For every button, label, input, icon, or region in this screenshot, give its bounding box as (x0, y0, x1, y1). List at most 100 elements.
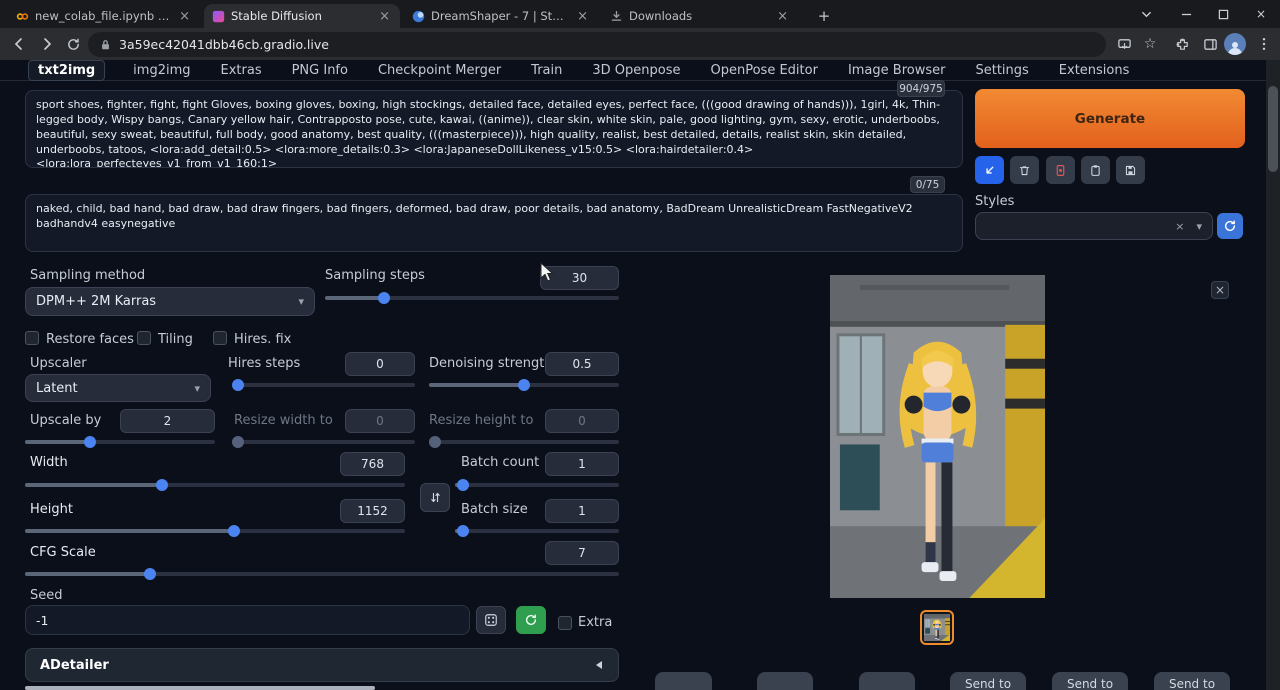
output-icon-button-2[interactable] (757, 672, 813, 690)
swap-dimensions-button[interactable] (420, 483, 450, 512)
dreamshaper-favicon (412, 10, 425, 23)
browser-tab-dreamshaper[interactable]: DreamShaper - 7 | Stable Diffusio... × (404, 4, 598, 28)
window-minimize-button[interactable] (1168, 0, 1204, 28)
output-icon-button-1[interactable] (655, 672, 712, 690)
cfg-scale-value[interactable]: 7 (545, 541, 619, 565)
close-image-button[interactable]: × (1211, 281, 1229, 299)
adetailer-accordion[interactable]: ADetailer (25, 648, 619, 682)
resize-width-slider[interactable] (234, 436, 415, 448)
upscaler-dropdown[interactable]: Latent ▾ (25, 374, 211, 402)
batch-size-slider[interactable] (455, 525, 619, 537)
refresh-styles-button[interactable] (1217, 213, 1243, 239)
clipboard-icon (1089, 164, 1102, 177)
tab-close-icon[interactable]: × (177, 10, 192, 23)
floppy-icon (1124, 164, 1137, 177)
tab-settings[interactable]: Settings (973, 62, 1030, 79)
colab-icon (16, 10, 29, 23)
address-bar[interactable]: 3a59ec42041dbb46cb.gradio.live (88, 32, 1106, 57)
window-close-button[interactable]: × (1243, 0, 1279, 28)
new-tab-button[interactable]: + (814, 6, 834, 26)
sampling-steps-label: Sampling steps (325, 268, 425, 283)
copy-style-button[interactable] (1081, 156, 1110, 184)
sampling-steps-slider[interactable] (325, 292, 619, 304)
tab-search-icon[interactable] (1128, 0, 1164, 28)
browser-tab-colab[interactable]: new_colab_file.ipynb - Colaborat... × (8, 4, 200, 28)
tab-png-info[interactable]: PNG Info (290, 62, 350, 79)
width-value[interactable]: 768 (340, 452, 405, 476)
upscaler-label: Upscaler (30, 356, 87, 371)
hires-steps-slider[interactable] (234, 379, 415, 391)
clear-styles-icon[interactable]: × (1175, 220, 1184, 233)
tiling-checkbox[interactable] (137, 331, 151, 345)
height-value[interactable]: 1152 (340, 499, 405, 523)
adetailer-label: ADetailer (40, 658, 109, 673)
side-panel-icon[interactable] (1200, 34, 1220, 54)
window-maximize-button[interactable] (1205, 0, 1241, 28)
bookmark-star-icon[interactable]: ☆ (1140, 34, 1160, 54)
tab-close-icon[interactable]: × (377, 10, 392, 23)
tab-close-icon[interactable]: × (775, 10, 790, 23)
hires-steps-value[interactable]: 0 (345, 352, 415, 376)
send-to-extras-button[interactable]: Send to (1154, 672, 1230, 690)
prompt-input[interactable]: sport shoes, fighter, fight, fight Glove… (25, 90, 963, 168)
scrollbar-thumb[interactable] (1268, 86, 1278, 172)
tab-img2img[interactable]: img2img (131, 62, 192, 79)
browser-tab-downloads[interactable]: Downloads × (602, 4, 798, 28)
tab-txt2img[interactable]: txt2img (28, 60, 105, 81)
generated-image[interactable] (830, 275, 1045, 598)
tab-extensions[interactable]: Extensions (1057, 62, 1132, 79)
back-icon[interactable] (9, 34, 29, 54)
upscale-by-value[interactable]: 2 (120, 409, 215, 433)
styles-label: Styles (975, 194, 1014, 209)
share-icon[interactable] (1114, 34, 1134, 54)
forward-icon[interactable] (37, 34, 57, 54)
send-to-inpaint-button[interactable]: Send to (1052, 672, 1128, 690)
tab-openpose-editor[interactable]: OpenPose Editor (709, 62, 820, 79)
resize-width-value[interactable]: 0 (345, 409, 415, 433)
tab-extras[interactable]: Extras (219, 62, 264, 79)
dice-icon (484, 613, 498, 627)
reload-icon[interactable] (63, 34, 83, 54)
browser-tab-stable-diffusion[interactable]: Stable Diffusion × (204, 4, 400, 28)
batch-size-value[interactable]: 1 (545, 499, 619, 523)
extensions-puzzle-icon[interactable] (1172, 34, 1192, 54)
denoising-strength-slider[interactable] (429, 379, 619, 391)
apply-style-button[interactable] (1046, 156, 1075, 184)
resize-height-value[interactable]: 0 (545, 409, 619, 433)
tab-3d-openpose[interactable]: 3D Openpose (590, 62, 682, 79)
tab-image-browser[interactable]: Image Browser (846, 62, 948, 79)
tab-close-icon[interactable]: × (575, 10, 590, 23)
generate-button[interactable]: Generate (975, 89, 1245, 148)
send-to-img2img-button[interactable]: Send to (950, 672, 1026, 690)
extra-seed-checkbox[interactable] (558, 616, 572, 630)
browser-menu-icon[interactable] (1254, 34, 1274, 54)
tab-train[interactable]: Train (529, 62, 564, 79)
batch-count-slider[interactable] (455, 479, 619, 491)
height-slider[interactable] (25, 525, 405, 537)
batch-count-value[interactable]: 1 (545, 452, 619, 476)
reuse-seed-button[interactable] (516, 606, 546, 634)
batch-count-label: Batch count (461, 455, 539, 470)
upscale-by-slider[interactable] (25, 436, 215, 448)
save-style-button[interactable] (1116, 156, 1145, 184)
restore-faces-checkbox[interactable] (25, 331, 39, 345)
paste-params-button[interactable] (975, 156, 1004, 184)
profile-avatar[interactable] (1224, 33, 1246, 55)
clear-prompt-button[interactable] (1010, 156, 1039, 184)
seed-input[interactable]: -1 (25, 605, 470, 635)
cfg-scale-slider[interactable] (25, 568, 619, 580)
sampling-method-dropdown[interactable]: DPM++ 2M Karras ▾ (25, 287, 315, 316)
random-seed-button[interactable] (476, 606, 506, 634)
width-slider[interactable] (25, 479, 405, 491)
gallery-thumbnail[interactable] (920, 610, 954, 645)
hires-fix-checkbox[interactable] (213, 331, 227, 345)
tab-checkpoint-merger[interactable]: Checkpoint Merger (376, 62, 503, 79)
tab-title: DreamShaper - 7 | Stable Diffusio... (431, 9, 569, 23)
negative-prompt-input[interactable]: naked, child, bad hand, bad draw, bad dr… (25, 194, 963, 252)
sampling-method-label: Sampling method (30, 268, 145, 283)
styles-dropdown[interactable]: × ▾ (975, 212, 1213, 240)
page-scrollbar[interactable] (1266, 60, 1280, 690)
resize-height-slider[interactable] (429, 436, 619, 448)
output-icon-button-3[interactable] (859, 672, 915, 690)
denoising-strength-value[interactable]: 0.5 (545, 352, 619, 376)
